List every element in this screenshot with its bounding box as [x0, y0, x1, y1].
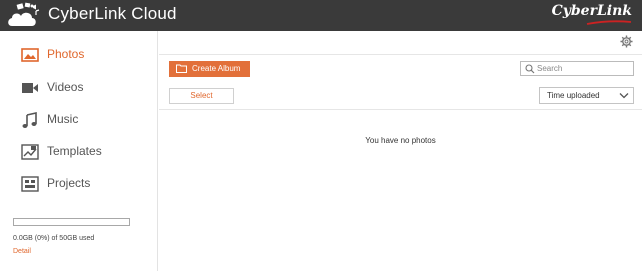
cyberlink-cloud-logo-icon — [8, 2, 40, 26]
folder-icon — [176, 64, 187, 73]
storage-usage-bar — [13, 218, 130, 226]
sidebar-item-videos[interactable]: Videos — [0, 73, 158, 103]
create-album-button[interactable]: Create Album — [169, 61, 250, 77]
sidebar-item-label: Projects — [47, 176, 91, 190]
sidebar-item-photos[interactable]: Photos — [0, 40, 158, 70]
sidebar-item-templates[interactable]: Templates — [0, 137, 158, 167]
chevron-down-icon — [619, 93, 629, 99]
projects-icon — [21, 176, 39, 192]
sidebar-item-label: Photos — [47, 47, 85, 61]
search-icon — [525, 64, 535, 74]
sidebar: Photos Videos Music Templates Projects 0… — [0, 31, 158, 271]
storage-usage-text: 0.0GB (0%) of 50GB used — [13, 235, 95, 242]
templates-icon — [21, 144, 39, 160]
storage-detail-link[interactable]: Detail — [13, 248, 31, 255]
cyberlink-brand-logo: CyberLink — [551, 3, 632, 19]
music-note-icon — [22, 112, 37, 128]
top-bar: CyberLink Cloud CyberLink — [0, 0, 642, 31]
sidebar-item-label: Music — [47, 112, 79, 126]
sidebar-item-projects[interactable]: Projects — [0, 169, 158, 199]
brand-swoosh-icon — [586, 20, 632, 25]
gear-icon[interactable] — [620, 35, 633, 48]
sort-dropdown-value: Time uploaded — [547, 91, 600, 100]
divider — [159, 109, 642, 110]
app-title: CyberLink Cloud — [48, 4, 177, 23]
select-button[interactable]: Select — [169, 88, 234, 104]
sort-dropdown[interactable]: Time uploaded — [539, 87, 634, 104]
sidebar-item-label: Videos — [47, 80, 84, 94]
photo-icon — [21, 48, 39, 62]
video-camera-icon — [22, 83, 38, 93]
sidebar-item-music[interactable]: Music — [0, 105, 158, 135]
create-album-label: Create Album — [192, 64, 241, 73]
search-input[interactable] — [537, 62, 631, 75]
search-box — [520, 61, 634, 76]
divider — [159, 54, 642, 55]
sidebar-item-label: Templates — [47, 144, 102, 158]
empty-state-message: You have no photos — [365, 136, 436, 145]
